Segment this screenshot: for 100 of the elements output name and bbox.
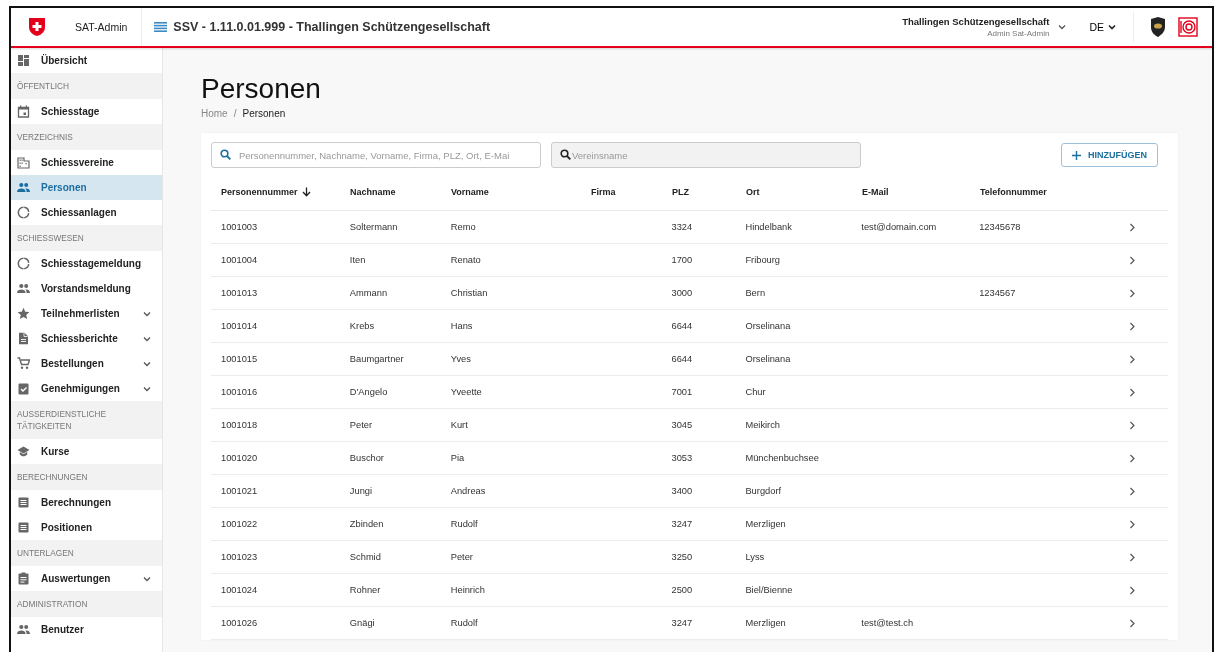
table-cell: 3250 bbox=[671, 552, 693, 562]
table-cell: Schmid bbox=[349, 552, 381, 562]
table-cell: 3045 bbox=[671, 420, 693, 430]
document-icon bbox=[17, 332, 30, 345]
table-cell: Buschor bbox=[349, 453, 384, 463]
sidebar-item[interactable]: Positionen bbox=[11, 515, 162, 540]
sidebar-item[interactable]: Genehmigungen bbox=[11, 376, 162, 401]
section-heading: ÖFFENTLICH bbox=[11, 73, 162, 99]
club-search-field[interactable]: Vereinsname bbox=[551, 142, 861, 168]
table-row[interactable]: 1001016 D'Angelo Yveette 7001 Chur bbox=[211, 376, 1168, 409]
table-row[interactable]: 1001021 Jungi Andreas 3400 Burgdorf bbox=[211, 475, 1168, 508]
chevron-right-icon[interactable] bbox=[1129, 255, 1136, 265]
column-header[interactable]: Telefonnummer bbox=[980, 186, 1047, 197]
sidebar-item[interactable]: Schiessvereine bbox=[11, 150, 162, 175]
section-heading: SCHIESSWESEN bbox=[11, 225, 162, 251]
list-icon bbox=[17, 496, 30, 509]
sidebar-item[interactable]: Teilnehmerlisten bbox=[11, 301, 162, 326]
column-header[interactable]: Vorname bbox=[451, 186, 489, 197]
chevron-right-icon[interactable] bbox=[1129, 552, 1136, 562]
language-selector[interactable]: DE bbox=[1083, 12, 1134, 42]
section-heading: VERZEICHNIS bbox=[11, 124, 162, 150]
chevron-right-icon[interactable] bbox=[1129, 453, 1136, 463]
table-cell: 1700 bbox=[671, 255, 693, 265]
sidebar-item[interactable]: Benutzer bbox=[11, 617, 162, 642]
app-name: SAT-Admin bbox=[57, 8, 143, 46]
chevron-right-icon[interactable] bbox=[1129, 321, 1136, 331]
chevron-right-icon[interactable] bbox=[1129, 585, 1136, 595]
table-cell: Remo bbox=[450, 222, 476, 232]
sidebar-item[interactable]: Schiessberichte bbox=[11, 326, 162, 351]
sidebar-item[interactable]: Auswertungen bbox=[11, 566, 162, 591]
table-cell: Krebs bbox=[349, 321, 375, 331]
column-header[interactable]: PLZ bbox=[672, 186, 689, 197]
chevron-right-icon[interactable] bbox=[1129, 618, 1136, 628]
table-cell: 6644 bbox=[671, 354, 693, 364]
section-heading: ADMINISTRATION bbox=[11, 591, 162, 617]
table-cell: 1234567 bbox=[979, 288, 1016, 298]
chevron-right-icon[interactable] bbox=[1129, 222, 1136, 232]
table-cell: 3247 bbox=[671, 519, 693, 529]
sidebar-item[interactable]: Bestellungen bbox=[11, 351, 162, 376]
table-row[interactable]: 1001015 Baumgartner Yves 6644 Orselinana bbox=[211, 343, 1168, 376]
calendar-icon bbox=[17, 105, 30, 118]
table-cell: 3324 bbox=[671, 222, 693, 232]
chevron-right-icon[interactable] bbox=[1129, 288, 1136, 298]
table-cell: Burgdorf bbox=[745, 486, 782, 496]
chevron-right-icon[interactable] bbox=[1129, 354, 1136, 364]
table-cell: 1001023 bbox=[221, 552, 258, 562]
breadcrumb-current: Personen bbox=[242, 108, 286, 119]
building-icon bbox=[17, 156, 30, 169]
sidebar-item[interactable]: Vorstandsmeldung bbox=[11, 276, 162, 301]
search-field[interactable]: Personennummer, Nachname, Vorname, Firma, PLZ, Ort, E-Mai bbox=[211, 142, 541, 168]
table-row[interactable]: 1001003 Soltermann Remo 3324 Hindelbank test@domain.com 12345678 bbox=[211, 211, 1168, 244]
table-cell: 1001004 bbox=[221, 255, 258, 265]
sidebar-item[interactable]: Personen bbox=[11, 175, 162, 200]
table-cell: Baumgartner bbox=[349, 354, 404, 364]
table-cell: 2500 bbox=[671, 585, 693, 595]
column-header[interactable]: Personennummer bbox=[221, 186, 298, 197]
progress-ring-icon bbox=[17, 257, 30, 270]
column-header[interactable]: Firma bbox=[591, 186, 616, 197]
chevron-right-icon[interactable] bbox=[1129, 387, 1136, 397]
sidebar-item[interactable]: Kurse bbox=[11, 439, 162, 464]
table-row[interactable]: 1001026 Gnägi Rudolf 3247 Merzligen test@test.ch bbox=[211, 607, 1168, 640]
sidebar-item[interactable]: Schiessanlagen bbox=[11, 200, 162, 225]
table-cell: 1001020 bbox=[221, 453, 258, 463]
table-cell: Peter bbox=[349, 420, 373, 430]
column-header[interactable]: E-Mail bbox=[862, 186, 889, 197]
star-icon bbox=[17, 307, 30, 320]
table-row[interactable]: 1001023 Schmid Peter 3250 Lyss bbox=[211, 541, 1168, 574]
sidebar-item[interactable]: Schiesstagemeldung bbox=[11, 251, 162, 276]
people-icon bbox=[17, 181, 30, 194]
menu-icon[interactable] bbox=[154, 22, 168, 32]
table-row[interactable]: 1001018 Peter Kurt 3045 Meikirch bbox=[211, 409, 1168, 442]
sidebar-item[interactable]: Berechnungen bbox=[11, 490, 162, 515]
table-row[interactable]: 1001024 Rohner Heinrich 2500 Biel/Bienne bbox=[211, 574, 1168, 607]
table-cell: Ammann bbox=[349, 288, 388, 298]
column-header[interactable]: Ort bbox=[746, 186, 760, 197]
table-cell: Rudolf bbox=[450, 519, 478, 529]
table-row[interactable]: 1001013 Ammann Christian 3000 Bern 1234567 bbox=[211, 277, 1168, 310]
section-heading: AUSSERDIENSTLICHE TÄTIGKEITEN bbox=[11, 401, 162, 439]
chevron-right-icon[interactable] bbox=[1129, 519, 1136, 529]
table-row[interactable]: 1001014 Krebs Hans 6644 Orselinana bbox=[211, 310, 1168, 343]
plus-icon bbox=[1072, 150, 1081, 160]
list-icon bbox=[17, 521, 30, 534]
chevron-right-icon[interactable] bbox=[1129, 486, 1136, 496]
table-cell: 1001016 bbox=[221, 387, 258, 397]
chevron-down-icon bbox=[1107, 22, 1117, 32]
sidebar-item[interactable]: Schiesstage bbox=[11, 99, 162, 124]
table-cell: Soltermann bbox=[349, 222, 398, 232]
chevron-right-icon[interactable] bbox=[1129, 420, 1136, 430]
table-row[interactable]: 1001022 Zbinden Rudolf 3247 Merzligen bbox=[211, 508, 1168, 541]
table-row[interactable]: 1001004 Iten Renato 1700 Fribourg bbox=[211, 244, 1168, 277]
add-button[interactable]: HINZUFÜGEN bbox=[1061, 143, 1158, 167]
column-header[interactable]: Nachname bbox=[350, 186, 396, 197]
table-row[interactable]: 1001020 Buschor Pia 3053 Münchenbuchsee bbox=[211, 442, 1168, 475]
sidebar-item[interactable]: Übersicht bbox=[11, 48, 162, 73]
page-title: Personen bbox=[201, 72, 322, 106]
table-cell: D'Angelo bbox=[349, 387, 388, 397]
people-icon bbox=[17, 623, 30, 636]
table-cell: Yveette bbox=[450, 387, 482, 397]
breadcrumb-separator: / bbox=[233, 108, 237, 119]
app-title: SSV - 1.11.0.01.999 - Thallingen Schützengesellschaft bbox=[173, 20, 491, 34]
